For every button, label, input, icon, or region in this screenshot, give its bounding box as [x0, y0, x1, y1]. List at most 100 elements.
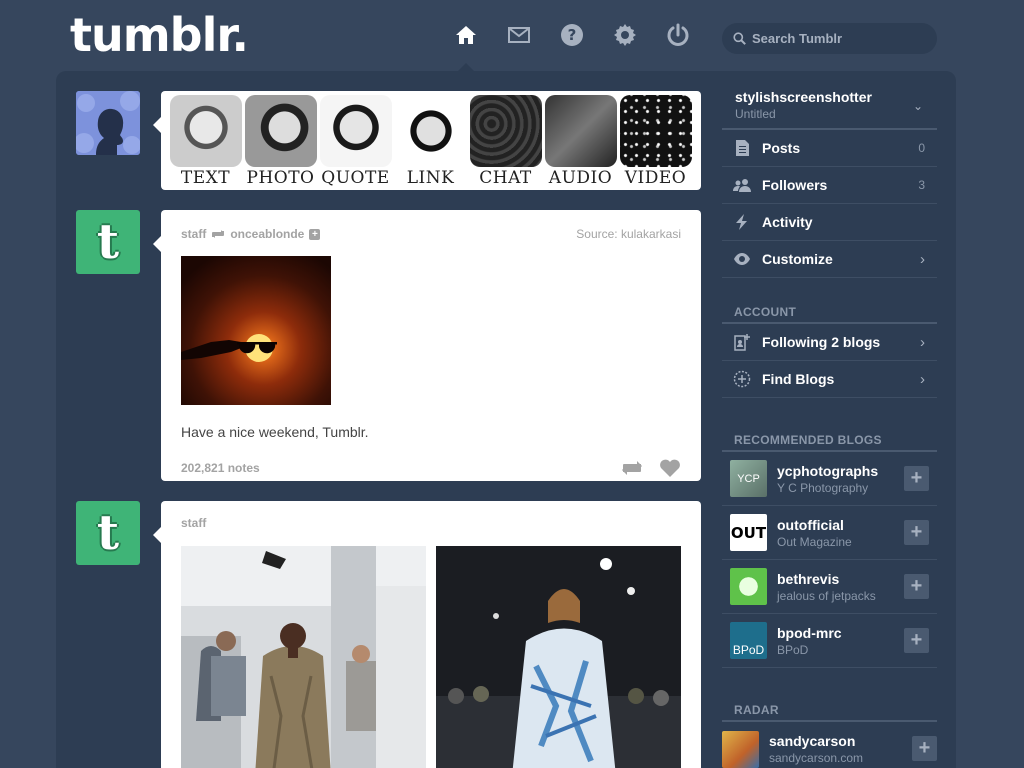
post-author[interactable]: staff: [181, 227, 206, 241]
following-icon: [732, 332, 752, 352]
sidebar-item-label: Activity: [762, 214, 813, 230]
lightning-icon: [732, 212, 752, 232]
tumblr-logo[interactable]: tumblr.: [70, 8, 249, 62]
sidebar-item-customize[interactable]: Customize ›: [722, 241, 937, 278]
post-source[interactable]: Source: kulakarkasi: [576, 227, 681, 241]
link-type-photo: [394, 95, 467, 167]
account-heading: ACCOUNT: [722, 300, 937, 324]
radar-blog[interactable]: sandycarson sandycarson.com +: [722, 722, 937, 768]
post-type-photo[interactable]: PHOTO: [244, 95, 317, 190]
post-type-label: LINK: [406, 168, 455, 188]
top-nav: ?: [453, 22, 691, 48]
post-authors: staff: [181, 516, 206, 530]
chevron-down-icon[interactable]: ⌄: [913, 99, 923, 113]
post-caption: Have a nice weekend, Tumblr.: [181, 424, 369, 440]
post-type-label: VIDEO: [624, 168, 687, 188]
staff-avatar[interactable]: t: [76, 210, 140, 274]
follow-button[interactable]: +: [904, 466, 929, 491]
notes-count[interactable]: 202,821 notes: [181, 461, 260, 475]
settings-icon[interactable]: [612, 22, 638, 48]
sunset-photo[interactable]: [181, 256, 331, 405]
sidebar-item-label: Followers: [762, 177, 828, 193]
post-card: staff: [153, 501, 701, 768]
chevron-right-icon: ›: [920, 370, 925, 388]
radar-thumbnail: [722, 730, 759, 768]
runway-photo-1[interactable]: [181, 546, 426, 768]
blog-info: ycphotographs Y C Photography: [777, 463, 878, 495]
sidebar-item-posts[interactable]: Posts 0: [722, 130, 937, 167]
sidebar-item-following[interactable]: Following 2 blogs ›: [722, 324, 937, 361]
recommended-blog[interactable]: bethrevis jealous of jetpacks +: [722, 560, 937, 614]
radar-heading: RADAR: [722, 698, 937, 722]
post-type-selector: TEXT PHOTO QUOTE LINK CHAT AUDIO VIDEO: [153, 91, 701, 190]
post-type-chat[interactable]: CHAT: [469, 95, 542, 190]
sidebar-item-find-blogs[interactable]: Find Blogs ›: [722, 361, 937, 398]
radar-blog-url: sandycarson.com: [769, 751, 864, 765]
followers-icon: [732, 175, 752, 195]
blog-info: bpod-mrc BPoD: [777, 625, 842, 657]
reblog-icon[interactable]: [621, 458, 643, 478]
sidebar-item-activity[interactable]: Activity: [722, 204, 937, 241]
blog-header[interactable]: stylishscreenshotter Untitled ⌄: [722, 85, 937, 130]
search-bar[interactable]: [722, 23, 937, 54]
blog-thumbnail-text: OUT: [730, 523, 767, 542]
sidebar-item-label: Following 2 blogs: [762, 334, 881, 350]
compass-icon: [732, 369, 752, 389]
post-type-audio[interactable]: AUDIO: [544, 95, 617, 190]
post-type-quote[interactable]: QUOTE: [319, 95, 392, 190]
mail-icon[interactable]: [506, 22, 532, 48]
post-type-text[interactable]: TEXT: [169, 95, 242, 190]
follow-button[interactable]: +: [904, 574, 929, 599]
post-type-video[interactable]: VIDEO: [619, 95, 692, 190]
follow-button[interactable]: +: [904, 628, 929, 653]
like-heart-icon[interactable]: [659, 458, 681, 478]
blog-title: jealous of jetpacks: [777, 588, 876, 603]
post-header: staff: [161, 501, 701, 530]
sidebar-item-followers[interactable]: Followers 3: [722, 167, 937, 204]
sidebar-item-label: Find Blogs: [762, 371, 835, 387]
reblog-small-icon: [211, 228, 225, 240]
follow-button[interactable]: +: [904, 520, 929, 545]
post-header: staff onceablonde + Source: kulakarkasi: [161, 210, 701, 241]
search-input[interactable]: [752, 31, 922, 46]
blog-info: outofficial Out Magazine: [777, 517, 852, 549]
recommended-heading: RECOMMENDED BLOGS: [722, 428, 937, 452]
tumblr-t-logo: t: [96, 505, 120, 561]
blog-name: ycphotographs: [777, 462, 879, 479]
staff-avatar[interactable]: t: [76, 501, 140, 565]
post-type-label: TEXT: [180, 168, 231, 188]
blog-name: outofficial: [777, 516, 844, 533]
blog-title: Untitled: [735, 107, 776, 121]
help-icon[interactable]: ?: [559, 22, 585, 48]
blog-title: Y C Photography: [777, 480, 869, 495]
follow-plus-icon[interactable]: +: [309, 228, 321, 240]
recommended-blog[interactable]: BPoD bpod-mrc BPoD +: [722, 614, 937, 668]
post-actions: [621, 458, 681, 478]
follow-button[interactable]: +: [912, 736, 937, 761]
post-authors: staff onceablonde +: [181, 227, 321, 241]
post-author[interactable]: staff: [181, 516, 206, 530]
post-type-link[interactable]: LINK: [394, 95, 467, 190]
radar-info: sandycarson sandycarson.com: [769, 733, 863, 765]
user-avatar[interactable]: [76, 91, 140, 155]
power-icon[interactable]: [665, 22, 691, 48]
audio-type-photo: [544, 95, 617, 167]
photoset: [161, 530, 701, 768]
blog-name: bethrevis: [777, 570, 840, 587]
home-icon[interactable]: [453, 22, 479, 48]
recommended-blog[interactable]: YCP ycphotographs Y C Photography +: [722, 452, 937, 506]
svg-text:?: ?: [568, 26, 577, 44]
posts-icon: [732, 138, 752, 158]
blog-title: BPoD: [777, 642, 809, 657]
reblogged-from[interactable]: onceablonde: [230, 227, 304, 241]
runway-photo-2[interactable]: [436, 546, 681, 768]
post-type-label: CHAT: [479, 168, 532, 188]
recommended-blog[interactable]: OUT outofficial Out Magazine +: [722, 506, 937, 560]
chevron-right-icon: ›: [920, 250, 925, 268]
blog-info: bethrevis jealous of jetpacks: [777, 571, 876, 603]
blog-thumbnail: YCP: [730, 460, 767, 497]
post-type-label: PHOTO: [246, 168, 315, 188]
